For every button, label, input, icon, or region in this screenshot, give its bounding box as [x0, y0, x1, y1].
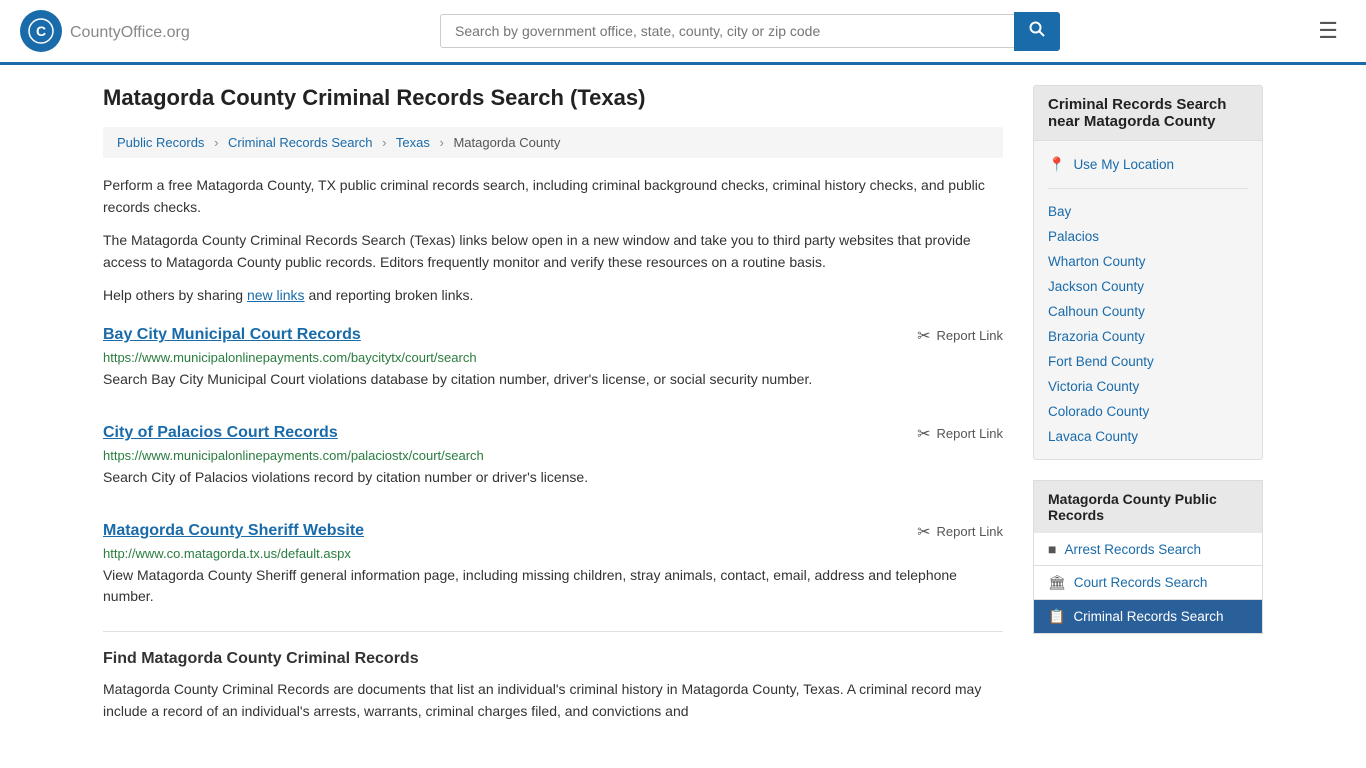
record-item: Matagorda County Sheriff Website ✂ Repor…	[103, 512, 1003, 607]
header: C CountyOffice.org ☰	[0, 0, 1366, 65]
public-record-label-1: Court Records Search	[1074, 575, 1208, 590]
nearby-item-label-9: Lavaca County	[1048, 429, 1138, 444]
nearby-item-8[interactable]: Colorado County	[1048, 399, 1248, 424]
record-desc-1: Search City of Palacios violations recor…	[103, 467, 1003, 488]
public-record-item-1[interactable]: 🏛 Court Records Search	[1033, 566, 1263, 600]
record-url-0[interactable]: https://www.municipalonlinepayments.com/…	[103, 350, 1003, 365]
sidebar-public-records-box: Matagorda County Public Records ■ Arrest…	[1033, 480, 1263, 634]
report-link-1[interactable]: ✂ Report Link	[917, 424, 1003, 444]
find-section-description: Matagorda County Criminal Records are do…	[103, 678, 1003, 723]
new-links-link[interactable]: new links	[247, 287, 305, 303]
record-title-2[interactable]: Matagorda County Sheriff Website	[103, 522, 364, 540]
logo-text: CountyOffice.org	[70, 20, 190, 43]
report-label-2: Report Link	[937, 524, 1003, 539]
page-title: Matagorda County Criminal Records Search…	[103, 85, 1003, 111]
record-item: Bay City Municipal Court Records ✂ Repor…	[103, 316, 1003, 390]
report-link-0[interactable]: ✂ Report Link	[917, 326, 1003, 346]
nearby-item-5[interactable]: Brazoria County	[1048, 324, 1248, 349]
nearby-item-7[interactable]: Victoria County	[1048, 374, 1248, 399]
menu-button[interactable]: ☰	[1310, 14, 1346, 48]
record-url-2[interactable]: http://www.co.matagorda.tx.us/default.as…	[103, 546, 1003, 561]
breadcrumb-texas[interactable]: Texas	[396, 135, 430, 150]
nearby-item-label-2: Wharton County	[1048, 254, 1146, 269]
nearby-divider	[1048, 188, 1248, 189]
report-icon-1: ✂	[917, 424, 930, 444]
nearby-item-label-6: Fort Bend County	[1048, 354, 1154, 369]
breadcrumb-current: Matagorda County	[453, 135, 560, 150]
public-record-icon-1: 🏛	[1048, 574, 1066, 591]
report-icon-0: ✂	[917, 326, 930, 346]
sidebar: Criminal Records Search near Matagorda C…	[1033, 85, 1263, 733]
main-container: Matagorda County Criminal Records Search…	[83, 65, 1283, 753]
public-record-icon-0: ■	[1048, 541, 1056, 557]
sidebar-public-records-header: Matagorda County Public Records	[1033, 480, 1263, 533]
report-link-2[interactable]: ✂ Report Link	[917, 522, 1003, 542]
sidebar-nearby-content: 📍 Use My Location Bay Palacios Wharton Cou…	[1034, 141, 1262, 459]
nearby-item-1[interactable]: Palacios	[1048, 224, 1248, 249]
search-input[interactable]	[440, 14, 1014, 48]
search-area	[440, 12, 1060, 51]
nearby-item-6[interactable]: Fort Bend County	[1048, 349, 1248, 374]
location-icon: 📍	[1048, 156, 1065, 173]
sidebar-nearby-box: Criminal Records Search near Matagorda C…	[1033, 85, 1263, 460]
nearby-list: Bay Palacios Wharton County Jackson County C…	[1048, 199, 1248, 449]
nearby-item-9[interactable]: Lavaca County	[1048, 424, 1248, 449]
nearby-item-label-0: Bay	[1048, 204, 1071, 219]
record-url-1[interactable]: https://www.municipalonlinepayments.com/…	[103, 448, 1003, 463]
nearby-item-0[interactable]: Bay	[1048, 199, 1248, 224]
public-record-label-2: Criminal Records Search	[1073, 609, 1223, 624]
description-2: The Matagorda County Criminal Records Se…	[103, 229, 1003, 274]
breadcrumb: Public Records › Criminal Records Search…	[103, 127, 1003, 158]
logo-area: C CountyOffice.org	[20, 10, 190, 52]
public-records-list: ■ Arrest Records Search 🏛 Court Records …	[1033, 533, 1263, 634]
nearby-item-label-3: Jackson County	[1048, 279, 1144, 294]
record-item-header: City of Palacios Court Records ✂ Report …	[103, 424, 1003, 444]
description-3: Help others by sharing new links and rep…	[103, 284, 1003, 306]
nearby-item-3[interactable]: Jackson County	[1048, 274, 1248, 299]
sidebar-nearby-header: Criminal Records Search near Matagorda C…	[1034, 86, 1262, 141]
record-item-header: Matagorda County Sheriff Website ✂ Repor…	[103, 522, 1003, 542]
record-desc-0: Search Bay City Municipal Court violatio…	[103, 369, 1003, 390]
report-label-1: Report Link	[937, 426, 1003, 441]
nearby-item-label-1: Palacios	[1048, 229, 1099, 244]
find-section-title: Find Matagorda County Criminal Records	[103, 650, 1003, 668]
search-button[interactable]	[1014, 12, 1060, 51]
nearby-item-2[interactable]: Wharton County	[1048, 249, 1248, 274]
record-title-1[interactable]: City of Palacios Court Records	[103, 424, 338, 442]
nearby-item-label-7: Victoria County	[1048, 379, 1139, 394]
record-item: City of Palacios Court Records ✂ Report …	[103, 414, 1003, 488]
nearby-item-4[interactable]: Calhoun County	[1048, 299, 1248, 324]
description-1: Perform a free Matagorda County, TX publ…	[103, 174, 1003, 219]
record-list: Bay City Municipal Court Records ✂ Repor…	[103, 316, 1003, 607]
report-icon-2: ✂	[917, 522, 930, 542]
public-record-item-2[interactable]: 📋 Criminal Records Search	[1033, 600, 1263, 634]
record-desc-2: View Matagorda County Sheriff general in…	[103, 565, 1003, 607]
public-record-icon-2: 📋	[1048, 608, 1065, 625]
public-record-item-0[interactable]: ■ Arrest Records Search	[1033, 533, 1263, 566]
logo-icon: C	[20, 10, 62, 52]
breadcrumb-criminal-records[interactable]: Criminal Records Search	[228, 135, 373, 150]
nearby-item-label-8: Colorado County	[1048, 404, 1149, 419]
svg-text:C: C	[36, 23, 46, 39]
nearby-item-label-5: Brazoria County	[1048, 329, 1145, 344]
breadcrumb-public-records[interactable]: Public Records	[117, 135, 204, 150]
content-area: Matagorda County Criminal Records Search…	[103, 85, 1003, 733]
report-label-0: Report Link	[937, 328, 1003, 343]
public-record-label-0: Arrest Records Search	[1064, 542, 1201, 557]
record-title-0[interactable]: Bay City Municipal Court Records	[103, 326, 361, 344]
use-location-link[interactable]: 📍 Use My Location	[1048, 151, 1248, 178]
find-section: Find Matagorda County Criminal Records M…	[103, 631, 1003, 723]
nearby-item-label-4: Calhoun County	[1048, 304, 1145, 319]
record-item-header: Bay City Municipal Court Records ✂ Repor…	[103, 326, 1003, 346]
